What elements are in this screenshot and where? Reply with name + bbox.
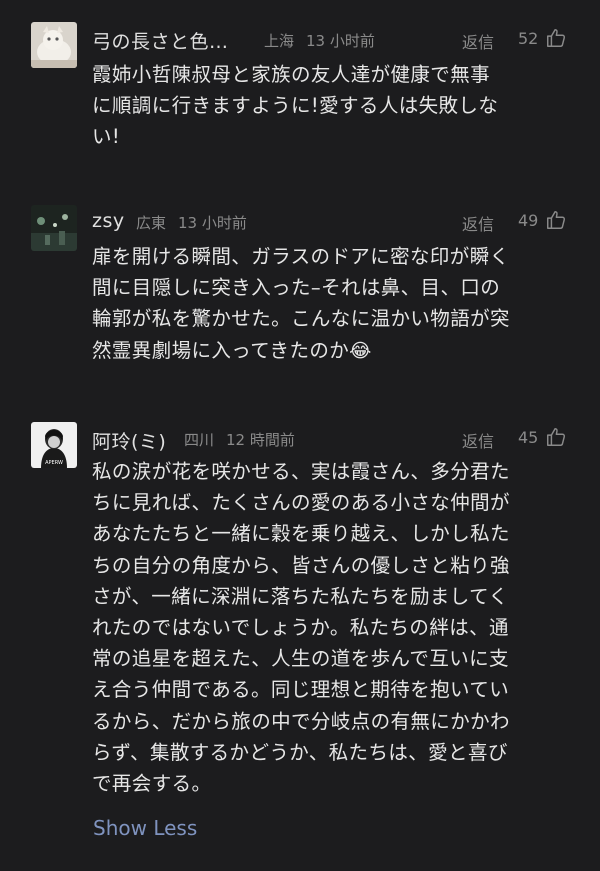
comment-text: 扉を開ける瞬間、ガラスのドアに密な印が瞬く 間に目隠しに突き入った–それは鼻、目… bbox=[92, 241, 572, 367]
comment-text: 私の涙が花を咲かせる、実は霞さん、多分君た ちに見れば、たくさんの愛のある小さな… bbox=[92, 460, 510, 796]
comment-text-content: 扉を開ける瞬間、ガラスのドアに密な印が瞬く 間に目隠しに突き入った–それは鼻、目… bbox=[92, 245, 510, 362]
thumbs-up-icon[interactable] bbox=[545, 209, 567, 231]
comment-location: 四川 bbox=[184, 431, 215, 449]
avatar[interactable] bbox=[31, 22, 77, 68]
avatar-caption: APERW bbox=[45, 460, 63, 466]
comment-location: 上海 bbox=[264, 32, 295, 50]
thumbs-up-icon[interactable] bbox=[545, 426, 567, 448]
comment-time: 13 小时前 bbox=[306, 32, 375, 50]
reply-button[interactable]: 返信 bbox=[462, 211, 494, 235]
username[interactable]: zsy bbox=[92, 210, 125, 232]
laughing-tears-emoji: 😂 bbox=[349, 339, 372, 362]
username[interactable]: 弓の長さと色… bbox=[92, 27, 229, 54]
reply-button[interactable]: 返信 bbox=[462, 29, 494, 53]
comment-time: 13 小时前 bbox=[178, 214, 247, 232]
like-count: 45 bbox=[518, 428, 539, 447]
like-count: 52 bbox=[518, 29, 539, 48]
avatar[interactable]: APERW bbox=[31, 422, 77, 468]
thumbs-up-icon[interactable] bbox=[545, 27, 567, 49]
reply-button[interactable]: 返信 bbox=[462, 428, 494, 452]
avatar[interactable] bbox=[31, 205, 77, 251]
comment-location: 広東 bbox=[136, 214, 167, 232]
comment-text: 霞姉小哲陳叔母と家族の友人達が健康で無事 に順調に行きますように!愛する人は失敗… bbox=[92, 63, 499, 149]
username[interactable]: 阿玲(ミ) bbox=[92, 427, 166, 454]
comment-time: 12 時間前 bbox=[226, 431, 295, 449]
like-count: 49 bbox=[518, 211, 539, 230]
show-less-link[interactable]: Show Less bbox=[93, 816, 197, 840]
